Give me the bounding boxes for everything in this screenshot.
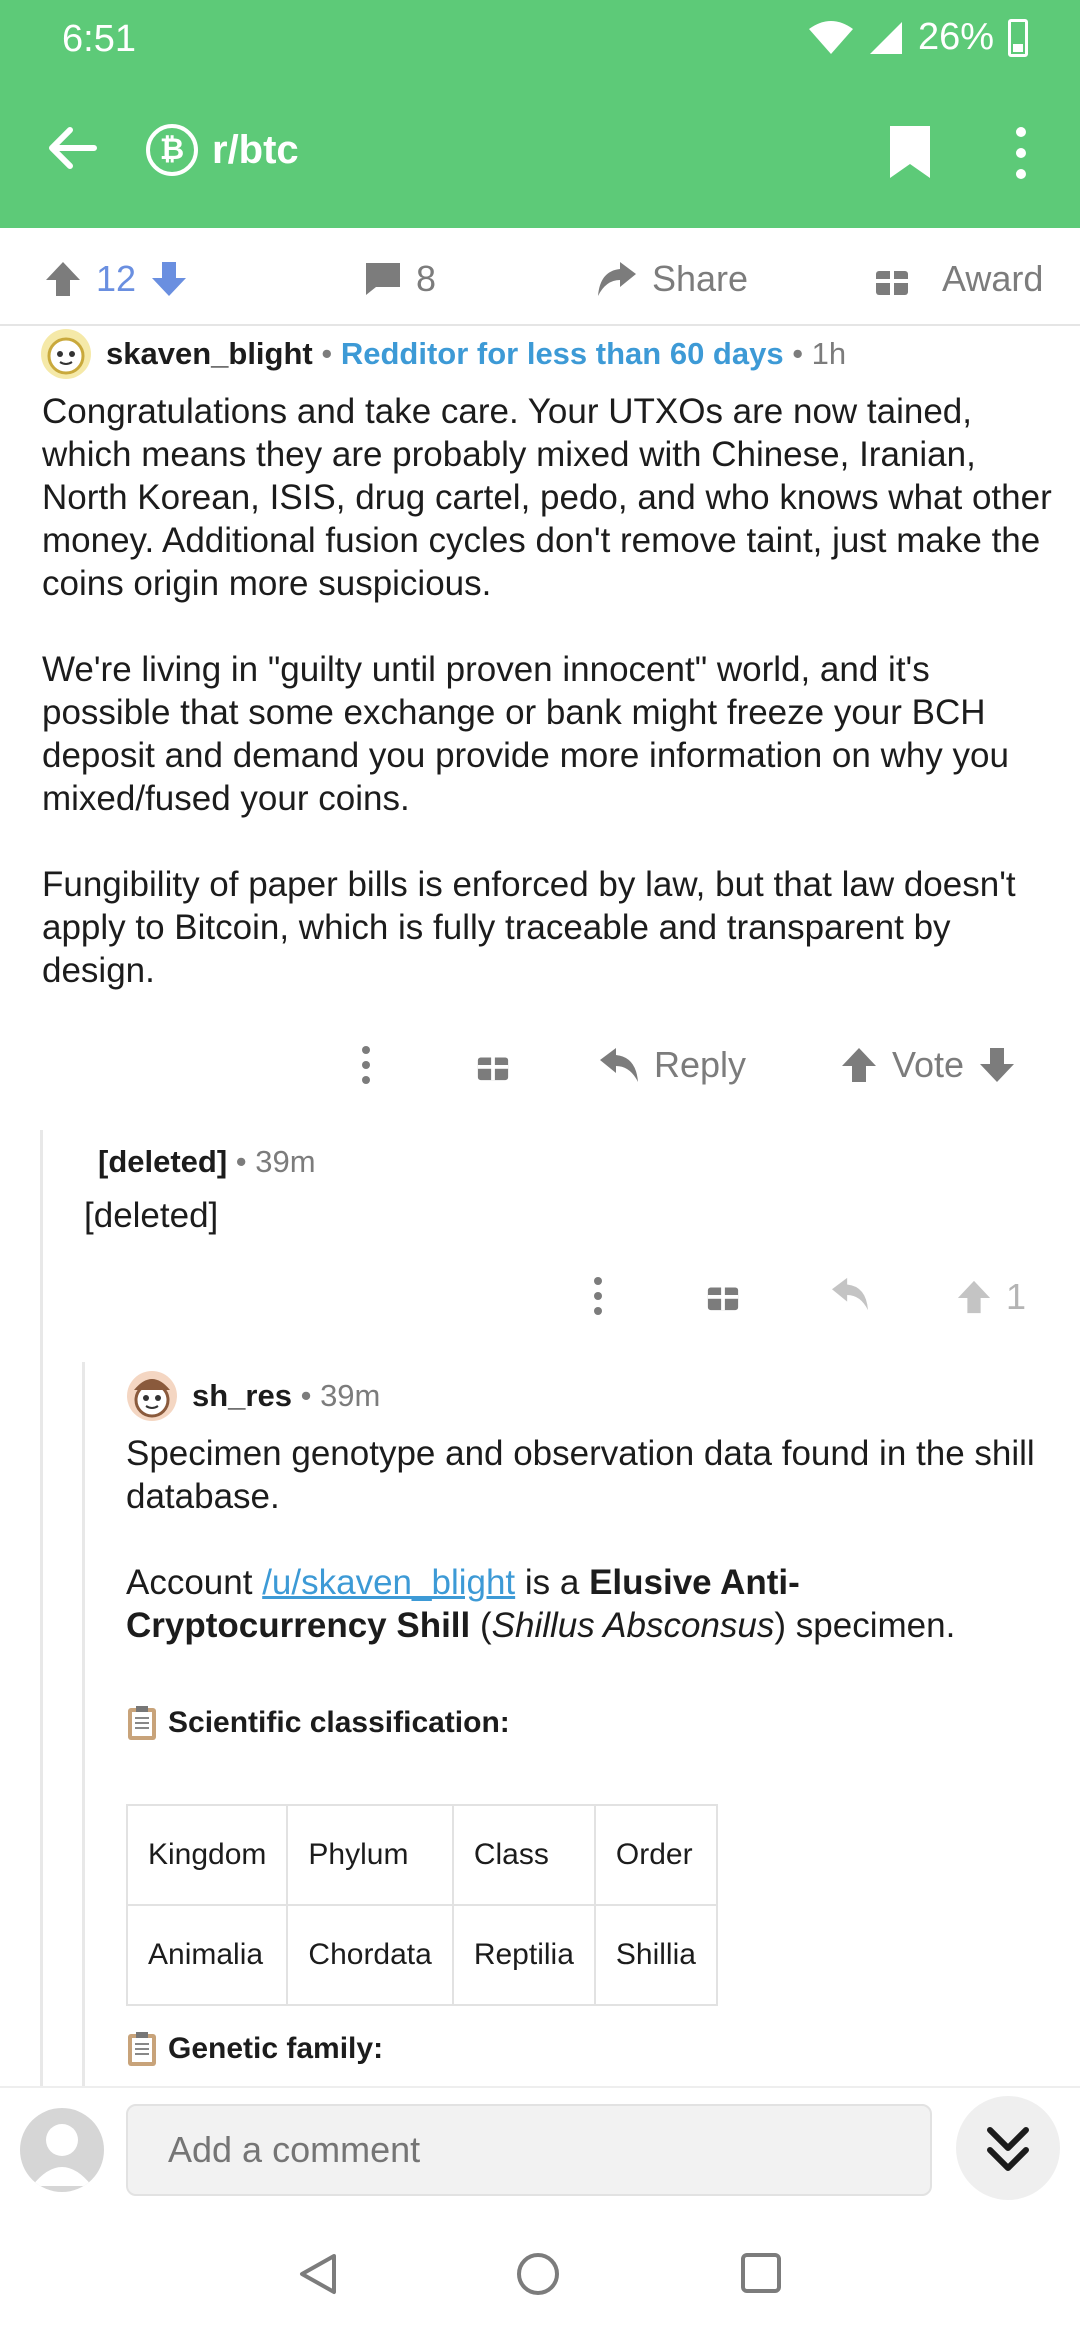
gift-icon[interactable] [706, 1278, 740, 1312]
reply-icon[interactable] [830, 1276, 870, 1312]
comment-header: sh_res • 39m [126, 1370, 380, 1422]
clipboard-icon [128, 2032, 156, 2066]
downvote-icon[interactable] [150, 260, 188, 298]
section-title: Genetic family: [168, 2032, 384, 2065]
table-row: Animalia Chordata Reptilia Shillia [125, 1904, 718, 2006]
comment-paragraph: Specimen genotype and observation data f… [126, 1434, 1035, 1516]
reply-label: Reply [654, 1044, 747, 1085]
share-icon [598, 262, 636, 296]
comment-paragraph: We're living in "guilty until proven inn… [42, 650, 1009, 818]
user-link[interactable]: /u/skaven_blight [262, 1563, 515, 1602]
avatar[interactable] [20, 2108, 104, 2192]
avatar[interactable] [126, 1370, 178, 1422]
section-heading: Scientific classification: [126, 1704, 510, 1742]
signal-icon [869, 21, 902, 54]
vote-label: Vote [892, 1044, 965, 1085]
share-label: Share [652, 258, 749, 299]
more-options-icon[interactable] [592, 1276, 604, 1316]
comment-input[interactable] [126, 2104, 932, 2196]
share-button[interactable]: Share [596, 258, 748, 300]
nav-recents-icon[interactable] [740, 2252, 782, 2294]
scroll-down-button[interactable] [956, 2096, 1060, 2200]
table-cell: Chordata [286, 1904, 454, 2006]
table-row: Kingdom Phylum Class Order [125, 1804, 718, 1906]
subreddit-icon[interactable]: ₿ [146, 124, 198, 176]
avatar[interactable] [40, 328, 92, 380]
comment-age: 1h [811, 336, 847, 371]
upvote-icon[interactable] [840, 1046, 878, 1084]
species-name: Shillus Absconsus [491, 1606, 775, 1645]
more-options-icon[interactable] [360, 1045, 372, 1085]
post-action-bar: 12 8 Share Award [0, 228, 1080, 326]
thread-line [82, 1362, 85, 2086]
subreddit-title[interactable]: r/btc [212, 128, 299, 173]
clipboard-icon [128, 1706, 156, 1740]
section-heading: Genetic family: [126, 2030, 383, 2068]
table-header-cell: Order [593, 1804, 718, 1906]
more-options-icon[interactable] [1006, 126, 1036, 180]
upvote-icon[interactable] [44, 260, 82, 298]
comment-body: Congratulations and take care. Your UTXO… [42, 390, 1052, 1035]
comment-body: Specimen genotype and observation data f… [126, 1432, 1056, 1690]
comment-vote-group: 1 [956, 1276, 1026, 1318]
comment-header: skaven_blight • Redditor for less than 6… [40, 328, 846, 380]
downvote-icon[interactable] [978, 1046, 1016, 1084]
post-comment-count: 8 [416, 258, 437, 299]
system-navigation-bar [0, 2216, 1080, 2340]
user-icon [32, 2124, 92, 2186]
comment-paragraph: Congratulations and take care. Your UTXO… [42, 392, 1052, 603]
comment-vote-group: Vote [840, 1044, 1016, 1086]
comment-paragraph: Fungibility of paper bills is enforced b… [42, 865, 1016, 990]
comment-icon [366, 263, 400, 295]
post-vote-group: 12 [44, 258, 188, 300]
double-chevron-down-icon [987, 2127, 1029, 2171]
wifi-icon [808, 20, 853, 54]
nav-home-icon[interactable] [516, 2252, 560, 2296]
table-header-cell: Phylum [286, 1804, 454, 1906]
award-button[interactable]: Award [874, 258, 1043, 300]
text-segment: is a [515, 1563, 590, 1602]
status-icons: 26% [808, 16, 1028, 59]
gift-icon [876, 265, 908, 295]
text-segment: ) specimen. [774, 1606, 956, 1645]
reply-button[interactable]: Reply [598, 1044, 746, 1086]
comment-header: [deleted] • 39m [98, 1144, 316, 1179]
nav-back-icon[interactable] [298, 2252, 338, 2296]
upvote-icon[interactable] [956, 1279, 992, 1315]
text-segment: ( [470, 1606, 492, 1645]
classification-table: Kingdom Phylum Class Order Animalia Chor… [125, 1804, 718, 2006]
comment-paragraph: Account /u/skaven_blight is a Elusive An… [126, 1561, 1056, 1647]
app-header: 6:51 26% ₿ r/btc [0, 0, 1080, 228]
battery-percent: 26% [917, 16, 994, 58]
comment-author[interactable]: skaven_blight [106, 336, 313, 372]
table-cell: Reptilia [451, 1904, 596, 2006]
table-header-cell: Kingdom [125, 1804, 289, 1906]
vote-count: 1 [1006, 1276, 1027, 1317]
comment-author[interactable]: sh_res [192, 1378, 292, 1414]
author-flair: Redditor for less than 60 days [340, 336, 784, 371]
thread-line [40, 1130, 43, 2086]
comment-author: [deleted] [98, 1144, 228, 1179]
status-time: 6:51 [62, 18, 136, 60]
back-arrow-icon[interactable] [46, 122, 98, 174]
bookmark-icon[interactable] [888, 124, 932, 180]
section-title: Scientific classification: [168, 1706, 510, 1739]
gift-icon[interactable] [476, 1048, 510, 1082]
post-vote-count: 12 [96, 258, 137, 299]
table-cell: Shillia [593, 1904, 718, 2006]
table-header-cell: Class [451, 1804, 596, 1906]
post-comments-button[interactable]: 8 [364, 258, 436, 300]
comment-age: 39m [320, 1378, 381, 1413]
comment-body: [deleted] [84, 1196, 219, 1235]
reply-icon [600, 1048, 638, 1082]
award-label: Award [942, 258, 1044, 299]
comment-composer [0, 2086, 1080, 2216]
text-segment: Account [126, 1563, 263, 1602]
comment-age: 39m [255, 1144, 316, 1179]
table-cell: Animalia [125, 1904, 289, 2006]
battery-icon [1008, 18, 1028, 57]
